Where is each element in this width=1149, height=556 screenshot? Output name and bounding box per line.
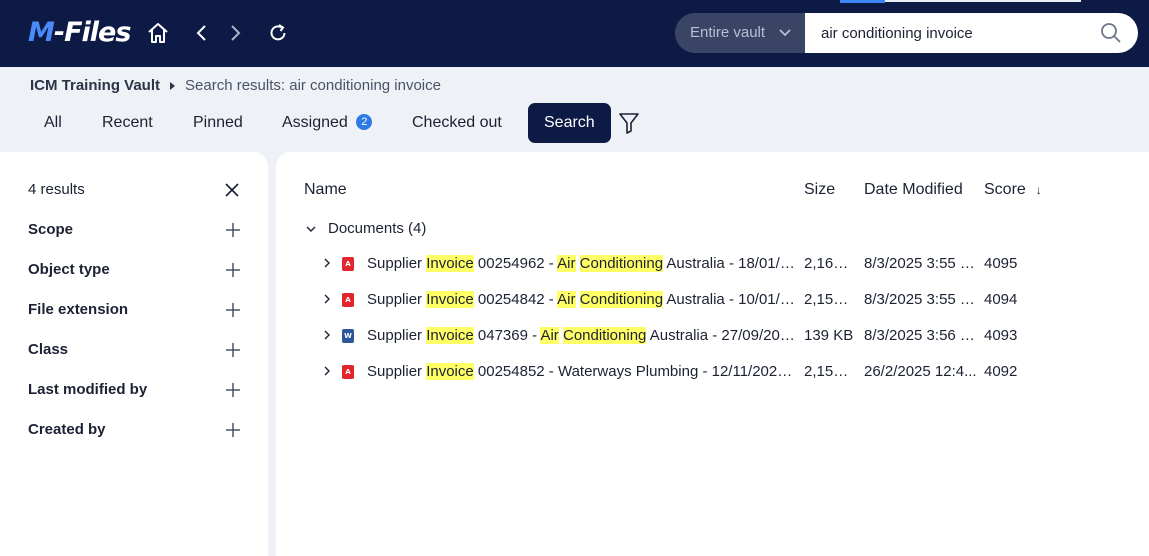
breadcrumb-vault[interactable]: ICM Training Vault bbox=[30, 77, 160, 94]
file-score: 4094 bbox=[984, 291, 1018, 308]
m-files-logo[interactable]: M-Files bbox=[28, 14, 131, 52]
word-icon: W bbox=[342, 329, 354, 343]
table-row[interactable]: W Supplier Invoice 047369 - Air Conditio… bbox=[276, 318, 1136, 354]
table-row[interactable]: A Supplier Invoice 00254852 - Waterways … bbox=[276, 354, 1136, 390]
file-size: 2,159 ... bbox=[804, 291, 856, 308]
top-accent-line bbox=[840, 0, 885, 3]
filter-icon[interactable] bbox=[617, 111, 641, 135]
column-header-size[interactable]: Size bbox=[804, 181, 835, 199]
file-size: 2,160 ... bbox=[804, 255, 856, 272]
file-name: Supplier Invoice 00254962 - Air Conditio… bbox=[367, 255, 797, 272]
tab-checked-out[interactable]: Checked out bbox=[412, 103, 502, 143]
results-panel: Name Size Date Modified Score ↓ Documents… bbox=[276, 152, 1149, 556]
search-input[interactable] bbox=[821, 13, 1091, 53]
column-header-score[interactable]: Score ↓ bbox=[984, 181, 1042, 199]
tab-assigned-label: Assigned bbox=[282, 114, 348, 131]
search-scope-label: Entire vault bbox=[690, 24, 766, 41]
plus-icon bbox=[226, 263, 240, 277]
tab-all[interactable]: All bbox=[44, 103, 62, 143]
facet-label: Last modified by bbox=[28, 381, 148, 398]
chevron-right-icon[interactable] bbox=[323, 294, 331, 304]
assigned-count-badge: 2 bbox=[356, 114, 373, 130]
view-tabs: All Recent Pinned Assigned 2 Checked out… bbox=[0, 103, 700, 143]
forward-icon[interactable] bbox=[221, 19, 249, 47]
file-name: Supplier Invoice 00254842 - Air Conditio… bbox=[367, 291, 797, 308]
facet-scope[interactable]: Scope bbox=[28, 221, 240, 243]
facet-label: Class bbox=[28, 341, 69, 358]
column-header-score-label: Score bbox=[984, 181, 1026, 198]
results-count: 4 results bbox=[28, 181, 85, 198]
plus-icon bbox=[226, 303, 240, 317]
search-scope-dropdown[interactable]: Entire vault bbox=[675, 13, 805, 53]
home-icon[interactable] bbox=[144, 19, 172, 47]
pdf-icon: A bbox=[342, 293, 354, 307]
top-accent-line-2 bbox=[885, 0, 1081, 2]
top-bar: M-Files Entire vault bbox=[0, 0, 1149, 67]
file-date-modified: 8/3/2025 3:55 P... bbox=[864, 255, 977, 272]
file-score: 4093 bbox=[984, 327, 1018, 344]
search-box bbox=[805, 13, 1138, 53]
facet-file-extension[interactable]: File extension bbox=[28, 301, 240, 323]
breadcrumb-separator-icon bbox=[170, 81, 176, 90]
plus-icon bbox=[226, 383, 240, 397]
sort-descending-icon: ↓ bbox=[1035, 183, 1042, 197]
facet-object-type[interactable]: Object type bbox=[28, 261, 240, 283]
chevron-right-icon[interactable] bbox=[323, 366, 331, 376]
chevron-right-icon[interactable] bbox=[323, 258, 331, 268]
file-name: Supplier Invoice 00254852 - Waterways Pl… bbox=[367, 363, 797, 380]
breadcrumb-current: Search results: air conditioning invoice bbox=[185, 77, 441, 94]
tab-assigned[interactable]: Assigned 2 bbox=[282, 103, 373, 143]
facet-created-by[interactable]: Created by bbox=[28, 421, 240, 443]
breadcrumb: ICM Training Vault Search results: air c… bbox=[30, 77, 441, 94]
facet-label: Object type bbox=[28, 261, 110, 278]
file-date-modified: 8/3/2025 3:55 P... bbox=[864, 291, 977, 308]
tab-recent[interactable]: Recent bbox=[102, 103, 153, 143]
filter-panel: 4 results Scope Object type File extensi… bbox=[0, 152, 268, 556]
facet-label: Scope bbox=[28, 221, 74, 238]
table-row[interactable]: A Supplier Invoice 00254842 - Air Condit… bbox=[276, 282, 1136, 318]
file-date-modified: 8/3/2025 3:56 P... bbox=[864, 327, 977, 344]
file-score: 4092 bbox=[984, 363, 1018, 380]
facet-last-modified-by[interactable]: Last modified by bbox=[28, 381, 240, 403]
facet-label: File extension bbox=[28, 301, 129, 318]
chevron-right-icon[interactable] bbox=[323, 330, 331, 340]
column-header-date-modified[interactable]: Date Modified bbox=[864, 181, 963, 199]
close-icon[interactable] bbox=[223, 181, 241, 199]
pdf-icon: A bbox=[342, 257, 354, 271]
file-score: 4095 bbox=[984, 255, 1018, 272]
sub-header: ICM Training Vault Search results: air c… bbox=[0, 67, 1149, 152]
facet-class[interactable]: Class bbox=[28, 341, 240, 363]
file-date-modified: 26/2/2025 12:4... bbox=[864, 363, 977, 380]
file-size: 2,159 ... bbox=[804, 363, 856, 380]
facet-label: Created by bbox=[28, 421, 106, 438]
column-header-name[interactable]: Name bbox=[304, 181, 347, 199]
back-icon[interactable] bbox=[188, 19, 216, 47]
pdf-icon: A bbox=[342, 365, 354, 379]
tab-pinned[interactable]: Pinned bbox=[193, 103, 243, 143]
chevron-down-icon bbox=[779, 29, 791, 37]
group-header-documents[interactable]: Documents (4) bbox=[306, 220, 426, 237]
group-label: Documents (4) bbox=[328, 220, 427, 237]
file-name: Supplier Invoice 047369 - Air Conditioni… bbox=[367, 327, 797, 344]
plus-icon bbox=[226, 223, 240, 237]
tab-search[interactable]: Search bbox=[528, 103, 611, 143]
search-icon[interactable] bbox=[1100, 22, 1122, 44]
chevron-down-icon bbox=[306, 226, 316, 232]
plus-icon bbox=[226, 423, 240, 437]
table-row[interactable]: A Supplier Invoice 00254962 - Air Condit… bbox=[276, 246, 1136, 282]
file-size: 139 KB bbox=[804, 327, 854, 344]
refresh-icon[interactable] bbox=[264, 19, 292, 47]
plus-icon bbox=[226, 343, 240, 357]
